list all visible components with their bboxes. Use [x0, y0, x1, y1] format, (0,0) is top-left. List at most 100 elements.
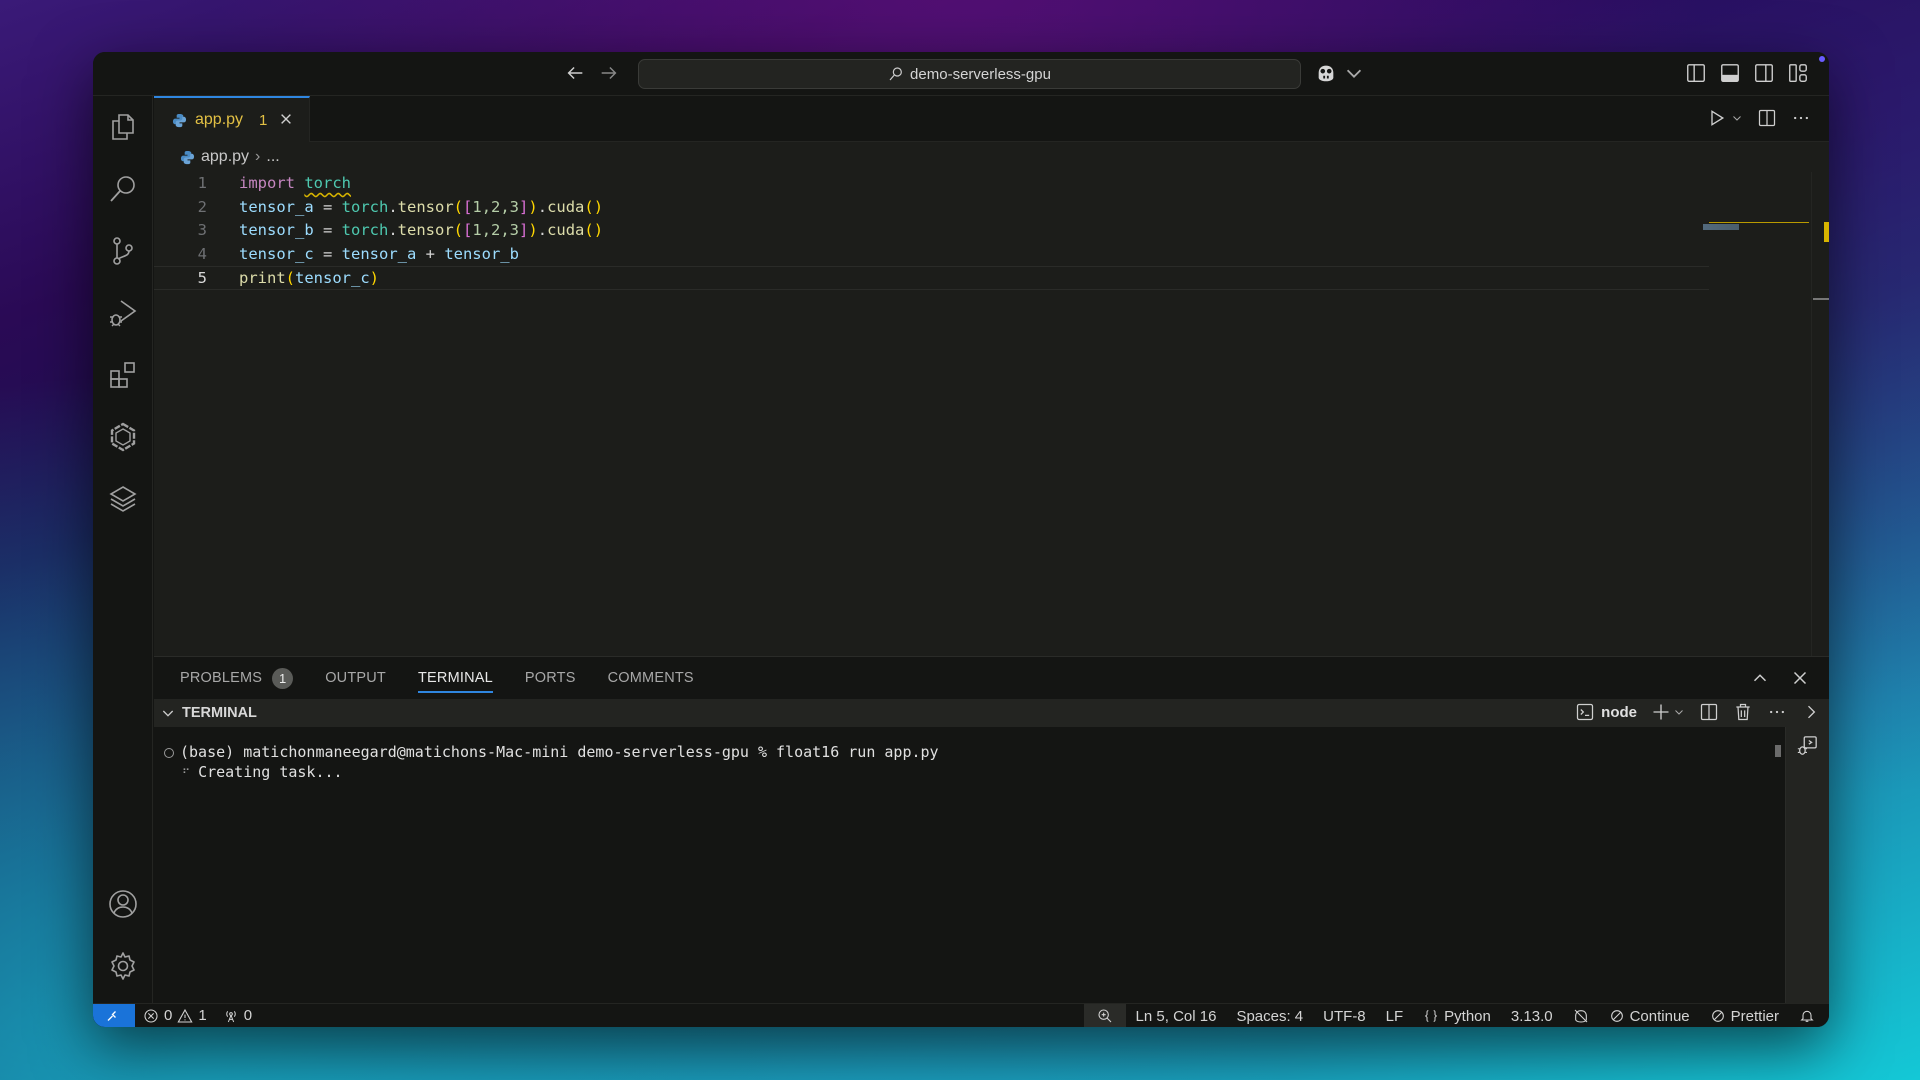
activity-search[interactable] [93, 164, 153, 214]
overview-warning-marker [1824, 222, 1829, 242]
terminal-section-toggle[interactable]: TERMINAL [160, 705, 257, 721]
python-file-icon [172, 113, 187, 127]
code-line-2: 2 tensor_a = torch.tensor([1,2,3]).cuda(… [154, 196, 1709, 220]
broadcast-icon [226, 1010, 236, 1022]
code-line-1: 1 import torch [154, 172, 1709, 196]
toggle-panel-icon[interactable] [1719, 62, 1741, 84]
editor-scrollbar[interactable] [1811, 172, 1812, 656]
breadcrumb-file[interactable]: app.py [201, 148, 249, 166]
prettier-status[interactable]: Prettier [1700, 1004, 1789, 1027]
code-lines: 1 import torch 2 tensor_a = torch.tensor… [154, 172, 1709, 290]
search-icon [889, 67, 902, 81]
activity-source-control[interactable] [93, 226, 153, 276]
tab-terminal[interactable]: TERMINAL [418, 657, 493, 699]
activity-manage[interactable] [93, 941, 153, 991]
hexagon-icon [110, 422, 136, 452]
minimap-highlight [1709, 222, 1809, 223]
disabled-circle-icon [1711, 1010, 1724, 1022]
breadcrumb-symbols[interactable]: ... [266, 148, 279, 166]
tab-ports[interactable]: PORTS [525, 657, 576, 699]
close-icon [281, 113, 292, 124]
command-status-icon [164, 747, 174, 758]
kill-terminal-icon[interactable] [1733, 702, 1753, 722]
chevron-down-icon [1346, 69, 1362, 78]
toggle-secondary-sidebar-icon[interactable] [1753, 62, 1775, 84]
toggle-primary-sidebar-icon[interactable] [1685, 62, 1707, 84]
notifications-button[interactable] [1789, 1004, 1829, 1027]
maximize-panel-icon[interactable] [1749, 667, 1771, 689]
cursor-position[interactable]: Ln 5, Col 16 [1126, 1004, 1227, 1027]
copilot-icon [1318, 65, 1334, 82]
close-panel-icon[interactable] [1789, 667, 1811, 689]
line-number: 4 [197, 244, 207, 263]
more-actions-icon[interactable] [1791, 108, 1811, 128]
terminal-output[interactable]: (base) matichonmaneegard@matichons-Mac-m… [154, 727, 1785, 1003]
copilot-button[interactable] [1315, 62, 1365, 84]
debug-terminal-icon[interactable] [1796, 735, 1818, 757]
breadcrumb: app.py › ... [180, 148, 280, 166]
tab-comments[interactable]: COMMENTS [608, 657, 694, 699]
indentation[interactable]: Spaces: 4 [1226, 1004, 1313, 1027]
terminal-instance-node[interactable]: node [1575, 702, 1637, 722]
terminal-line: (base) matichonmaneegard@matichons-Mac-m… [164, 743, 939, 761]
ports-count: 0 [243, 1007, 253, 1024]
end-of-line[interactable]: LF [1376, 1004, 1414, 1027]
files-icon [112, 114, 134, 140]
python-file-icon [180, 150, 195, 164]
tab-app-py[interactable]: app.py 1 [154, 96, 310, 142]
chevron-right-icon[interactable] [1801, 702, 1821, 722]
activity-layers[interactable] [93, 474, 153, 524]
spinner-icon: ⠋ [182, 767, 191, 780]
activity-extensions[interactable] [93, 350, 153, 400]
zoom-in-icon [1098, 1009, 1111, 1023]
activity-bar [93, 96, 153, 1003]
activity-remote-explorer[interactable] [93, 412, 153, 462]
remote-icon [107, 1010, 116, 1021]
terminal-side-bar [1785, 727, 1829, 1003]
terminal-line: ⠋ Creating task... [182, 763, 343, 781]
run-python-file-icon[interactable] [1707, 108, 1727, 128]
tab-problem-count: 1 [259, 111, 268, 129]
ports-status[interactable]: 0 [215, 1004, 260, 1028]
editor-tabs-bar: app.py 1 [154, 96, 1829, 142]
activity-explorer[interactable] [93, 102, 153, 152]
forward-button[interactable] [597, 62, 621, 86]
split-editor-icon[interactable] [1757, 108, 1777, 128]
line-number: 3 [197, 221, 207, 240]
warning-icon [177, 1008, 193, 1023]
terminal-profiles-chevron-icon[interactable] [1673, 706, 1685, 718]
continue-status[interactable]: Continue [1599, 1004, 1700, 1027]
split-terminal-icon[interactable] [1699, 702, 1719, 722]
layers-icon [109, 486, 137, 512]
activity-accounts[interactable] [93, 879, 153, 929]
zoom-button[interactable] [1083, 1004, 1126, 1027]
python-interpreter[interactable]: 3.13.0 [1501, 1004, 1563, 1027]
run-options-chevron-icon[interactable] [1731, 112, 1743, 124]
tab-close-button[interactable] [279, 110, 293, 131]
problems-status[interactable]: 0 1 [135, 1004, 215, 1028]
warning-squiggle: torch [304, 174, 352, 192]
minimap[interactable] [1703, 224, 1739, 230]
run-debug-icon [110, 300, 137, 327]
code-editor[interactable]: app.py › ... 1 import torch 2 tensor_a =… [154, 142, 1829, 656]
terminal-more-icon[interactable] [1767, 702, 1787, 722]
window-indicator-dot [1819, 56, 1825, 62]
copilot-status[interactable] [1563, 1004, 1599, 1027]
extensions-icon [110, 362, 135, 388]
command-center-search[interactable]: demo-serverless-gpu [638, 59, 1301, 89]
language-mode[interactable]: Python [1413, 1004, 1501, 1027]
panel-actions [1749, 667, 1811, 689]
customize-layout-icon[interactable] [1787, 62, 1809, 84]
remote-indicator[interactable] [93, 1003, 135, 1027]
activity-run-debug[interactable] [93, 288, 153, 338]
tab-problems[interactable]: PROBLEMS 1 [180, 657, 294, 699]
overview-cursor-marker [1813, 298, 1829, 300]
panel-tabs: PROBLEMS 1 OUTPUT TERMINAL PORTS COMMENT… [180, 657, 694, 699]
line-content: import torch [239, 174, 352, 192]
back-button[interactable] [563, 62, 587, 86]
terminal-actions: node [1575, 702, 1821, 722]
new-terminal-icon[interactable] [1651, 702, 1671, 722]
encoding[interactable]: UTF-8 [1313, 1004, 1376, 1027]
terminal-scrollbar[interactable] [1775, 745, 1781, 757]
tab-output[interactable]: OUTPUT [325, 657, 386, 699]
